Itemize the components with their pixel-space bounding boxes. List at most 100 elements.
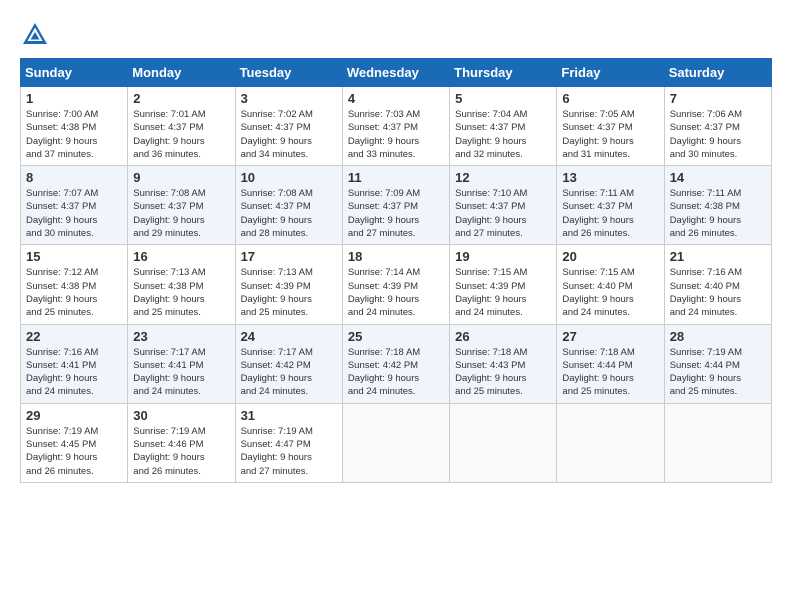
day-info: Sunrise: 7:07 AM Sunset: 4:37 PM Dayligh… — [26, 187, 122, 240]
calendar-cell: 28 Sunrise: 7:19 AM Sunset: 4:44 PM Dayli… — [664, 324, 771, 403]
calendar-cell: 19 Sunrise: 7:15 AM Sunset: 4:39 PM Dayli… — [450, 245, 557, 324]
day-info: Sunrise: 7:16 AM Sunset: 4:40 PM Dayligh… — [670, 266, 766, 319]
calendar-cell: 22 Sunrise: 7:16 AM Sunset: 4:41 PM Dayli… — [21, 324, 128, 403]
day-number: 1 — [26, 91, 122, 106]
day-number: 30 — [133, 408, 229, 423]
calendar-cell: 10 Sunrise: 7:08 AM Sunset: 4:37 PM Dayli… — [235, 166, 342, 245]
calendar-cell — [664, 403, 771, 482]
day-info: Sunrise: 7:02 AM Sunset: 4:37 PM Dayligh… — [241, 108, 337, 161]
day-info: Sunrise: 7:17 AM Sunset: 4:41 PM Dayligh… — [133, 346, 229, 399]
day-number: 8 — [26, 170, 122, 185]
calendar-cell: 23Sunrise: 7:17 AM Sunset: 4:41 PM Dayli… — [128, 324, 235, 403]
dow-header-tuesday: Tuesday — [235, 59, 342, 87]
day-number: 25 — [348, 329, 444, 344]
calendar-cell: 7Sunrise: 7:06 AM Sunset: 4:37 PM Daylig… — [664, 87, 771, 166]
calendar-cell: 4 Sunrise: 7:03 AM Sunset: 4:37 PM Daylig… — [342, 87, 449, 166]
calendar-cell: 3 Sunrise: 7:02 AM Sunset: 4:37 PM Daylig… — [235, 87, 342, 166]
dow-header-friday: Friday — [557, 59, 664, 87]
dow-header-sunday: Sunday — [21, 59, 128, 87]
day-number: 21 — [670, 249, 766, 264]
day-number: 20 — [562, 249, 658, 264]
calendar-cell — [557, 403, 664, 482]
calendar-cell: 27 Sunrise: 7:18 AM Sunset: 4:44 PM Dayli… — [557, 324, 664, 403]
calendar-cell: 15 Sunrise: 7:12 AM Sunset: 4:38 PM Dayli… — [21, 245, 128, 324]
calendar-cell: 12 Sunrise: 7:10 AM Sunset: 4:37 PM Dayli… — [450, 166, 557, 245]
day-number: 18 — [348, 249, 444, 264]
day-number: 15 — [26, 249, 122, 264]
day-info: Sunrise: 7:09 AM Sunset: 4:37 PM Dayligh… — [348, 187, 444, 240]
calendar-cell: 1 Sunrise: 7:00 AM Sunset: 4:38 PM Daylig… — [21, 87, 128, 166]
calendar-cell: 11 Sunrise: 7:09 AM Sunset: 4:37 PM Dayli… — [342, 166, 449, 245]
calendar-cell: 5 Sunrise: 7:04 AM Sunset: 4:37 PM Daylig… — [450, 87, 557, 166]
day-info: Sunrise: 7:10 AM Sunset: 4:37 PM Dayligh… — [455, 187, 551, 240]
day-number: 31 — [241, 408, 337, 423]
day-number: 10 — [241, 170, 337, 185]
day-number: 22 — [26, 329, 122, 344]
day-info: Sunrise: 7:13 AM Sunset: 4:39 PM Dayligh… — [241, 266, 337, 319]
day-info: Sunrise: 7:08 AM Sunset: 4:37 PM Dayligh… — [241, 187, 337, 240]
day-info: Sunrise: 7:08 AM Sunset: 4:37 PM Dayligh… — [133, 187, 229, 240]
dow-header-wednesday: Wednesday — [342, 59, 449, 87]
day-info: Sunrise: 7:11 AM Sunset: 4:38 PM Dayligh… — [670, 187, 766, 240]
day-info: Sunrise: 7:03 AM Sunset: 4:37 PM Dayligh… — [348, 108, 444, 161]
calendar-cell: 17 Sunrise: 7:13 AM Sunset: 4:39 PM Dayli… — [235, 245, 342, 324]
day-number: 14 — [670, 170, 766, 185]
calendar-cell — [450, 403, 557, 482]
day-info: Sunrise: 7:18 AM Sunset: 4:43 PM Dayligh… — [455, 346, 551, 399]
day-info: Sunrise: 7:19 AM Sunset: 4:46 PM Dayligh… — [133, 425, 229, 478]
calendar-cell: 8 Sunrise: 7:07 AM Sunset: 4:37 PM Daylig… — [21, 166, 128, 245]
day-number: 4 — [348, 91, 444, 106]
dow-header-thursday: Thursday — [450, 59, 557, 87]
calendar-cell: 31Sunrise: 7:19 AM Sunset: 4:47 PM Dayli… — [235, 403, 342, 482]
day-number: 27 — [562, 329, 658, 344]
day-info: Sunrise: 7:16 AM Sunset: 4:41 PM Dayligh… — [26, 346, 122, 399]
day-info: Sunrise: 7:18 AM Sunset: 4:42 PM Dayligh… — [348, 346, 444, 399]
day-number: 26 — [455, 329, 551, 344]
calendar-week-3: 15 Sunrise: 7:12 AM Sunset: 4:38 PM Dayli… — [21, 245, 772, 324]
day-number: 3 — [241, 91, 337, 106]
day-info: Sunrise: 7:17 AM Sunset: 4:42 PM Dayligh… — [241, 346, 337, 399]
calendar-cell: 20 Sunrise: 7:15 AM Sunset: 4:40 PM Dayli… — [557, 245, 664, 324]
day-info: Sunrise: 7:19 AM Sunset: 4:45 PM Dayligh… — [26, 425, 122, 478]
calendar-cell: 6 Sunrise: 7:05 AM Sunset: 4:37 PM Daylig… — [557, 87, 664, 166]
day-number: 28 — [670, 329, 766, 344]
day-info: Sunrise: 7:05 AM Sunset: 4:37 PM Dayligh… — [562, 108, 658, 161]
day-info: Sunrise: 7:14 AM Sunset: 4:39 PM Dayligh… — [348, 266, 444, 319]
logo — [20, 20, 54, 50]
calendar-cell: 30 Sunrise: 7:19 AM Sunset: 4:46 PM Dayli… — [128, 403, 235, 482]
day-info: Sunrise: 7:13 AM Sunset: 4:38 PM Dayligh… — [133, 266, 229, 319]
day-number: 5 — [455, 91, 551, 106]
calendar-week-1: 1 Sunrise: 7:00 AM Sunset: 4:38 PM Daylig… — [21, 87, 772, 166]
calendar-week-5: 29Sunrise: 7:19 AM Sunset: 4:45 PM Dayli… — [21, 403, 772, 482]
calendar-week-2: 8 Sunrise: 7:07 AM Sunset: 4:37 PM Daylig… — [21, 166, 772, 245]
day-number: 13 — [562, 170, 658, 185]
day-info: Sunrise: 7:15 AM Sunset: 4:39 PM Dayligh… — [455, 266, 551, 319]
page-header — [20, 16, 772, 50]
day-number: 2 — [133, 91, 229, 106]
day-info: Sunrise: 7:19 AM Sunset: 4:44 PM Dayligh… — [670, 346, 766, 399]
calendar-cell: 2 Sunrise: 7:01 AM Sunset: 4:37 PM Daylig… — [128, 87, 235, 166]
day-number: 19 — [455, 249, 551, 264]
dow-header-saturday: Saturday — [664, 59, 771, 87]
day-info: Sunrise: 7:00 AM Sunset: 4:38 PM Dayligh… — [26, 108, 122, 161]
day-number: 11 — [348, 170, 444, 185]
day-info: Sunrise: 7:15 AM Sunset: 4:40 PM Dayligh… — [562, 266, 658, 319]
day-info: Sunrise: 7:11 AM Sunset: 4:37 PM Dayligh… — [562, 187, 658, 240]
calendar-cell: 26 Sunrise: 7:18 AM Sunset: 4:43 PM Dayli… — [450, 324, 557, 403]
day-info: Sunrise: 7:12 AM Sunset: 4:38 PM Dayligh… — [26, 266, 122, 319]
calendar-cell: 21 Sunrise: 7:16 AM Sunset: 4:40 PM Dayli… — [664, 245, 771, 324]
calendar-week-4: 22 Sunrise: 7:16 AM Sunset: 4:41 PM Dayli… — [21, 324, 772, 403]
day-number: 17 — [241, 249, 337, 264]
calendar-cell — [342, 403, 449, 482]
day-info: Sunrise: 7:01 AM Sunset: 4:37 PM Dayligh… — [133, 108, 229, 161]
day-info: Sunrise: 7:18 AM Sunset: 4:44 PM Dayligh… — [562, 346, 658, 399]
day-number: 9 — [133, 170, 229, 185]
day-number: 12 — [455, 170, 551, 185]
day-number: 7 — [670, 91, 766, 106]
day-number: 16 — [133, 249, 229, 264]
calendar-cell: 29Sunrise: 7:19 AM Sunset: 4:45 PM Dayli… — [21, 403, 128, 482]
day-info: Sunrise: 7:04 AM Sunset: 4:37 PM Dayligh… — [455, 108, 551, 161]
calendar-cell: 13 Sunrise: 7:11 AM Sunset: 4:37 PM Dayli… — [557, 166, 664, 245]
calendar-cell: 16 Sunrise: 7:13 AM Sunset: 4:38 PM Dayli… — [128, 245, 235, 324]
day-number: 6 — [562, 91, 658, 106]
